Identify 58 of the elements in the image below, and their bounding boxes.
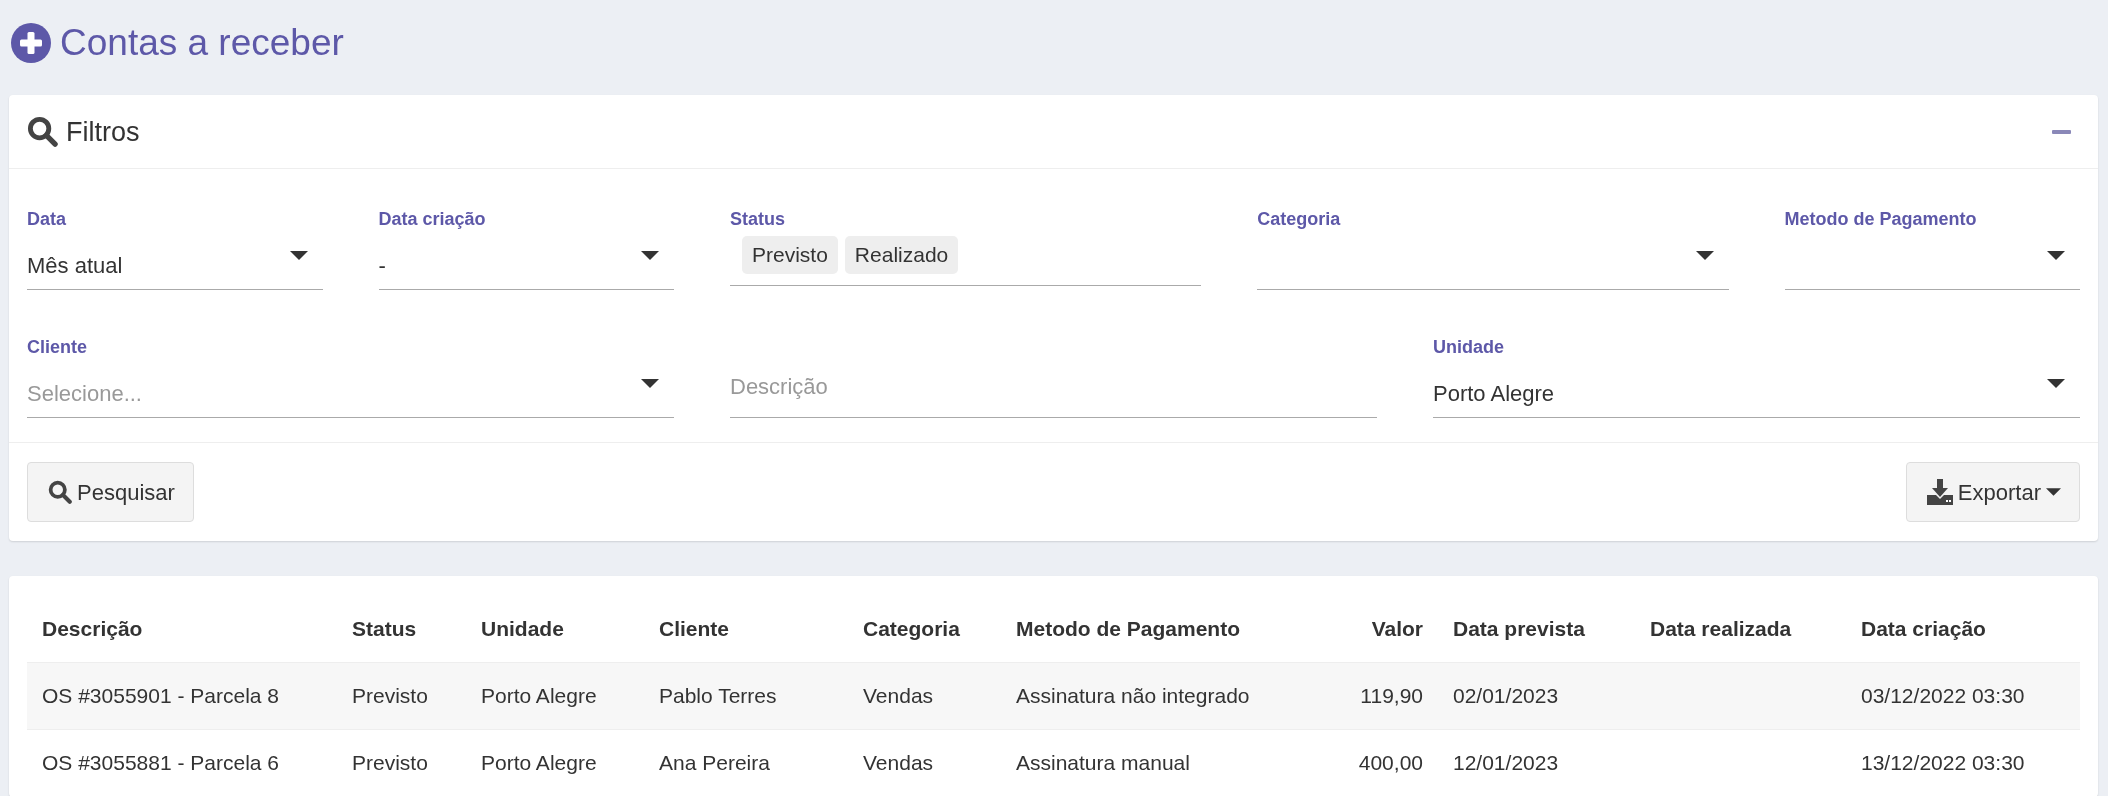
table-cell: Vendas [848,662,1001,729]
panel-title: Filtros [66,115,140,148]
column-header: Data realizada [1635,596,1846,662]
search-icon [48,480,72,504]
table-cell: OS #3055901 - Parcela 8 [27,662,337,729]
download-icon [1926,479,1953,505]
caret-icon [2047,251,2065,260]
select-field[interactable]: Mês atual [27,236,323,290]
filter-tag: Previsto [742,236,838,274]
column-header: Metodo de Pagamento [1001,596,1330,662]
field-label: Metodo de Pagamento [1784,208,1977,230]
table-cell: Pablo Terres [644,662,848,729]
column-header: Valor [1330,596,1438,662]
caret-icon [2046,488,2061,496]
table-cell: Ana Pereira [644,729,848,796]
column-header: Unidade [466,596,644,662]
table-cell: OS #3055881 - Parcela 6 [27,729,337,796]
table-cell: 12/01/2023 [1438,729,1635,796]
table-cell: Previsto [337,729,466,796]
caret-icon [641,251,659,260]
export-button[interactable]: Exportar [1905,462,2080,522]
column-header: Data prevista [1438,596,1635,662]
search-button[interactable]: Pesquisar [27,462,194,522]
table-cell: 13/12/2022 03:30 [1846,729,2080,796]
table-cell: 02/01/2023 [1438,662,1635,729]
column-header: Descrição [27,596,337,662]
search-icon [27,116,58,147]
column-header: Status [337,596,466,662]
table-cell: 400,00 [1330,729,1438,796]
column-header: Cliente [644,596,848,662]
filter-tag: Realizado [844,236,959,274]
field-label: Unidade [1433,336,1504,358]
caret-icon [289,251,308,260]
table-cell: Previsto [337,662,466,729]
caret-icon [641,379,659,388]
select-field[interactable]: Porto Alegre [1433,364,2080,418]
table-cell: 03/12/2022 03:30 [1846,662,2080,729]
field-label: Data [27,208,66,230]
table-cell: 119,90 [1330,662,1438,729]
field-label: Cliente [27,336,87,358]
column-header: Categoria [848,596,1001,662]
tag-field[interactable]: Previsto Realizado [730,236,1202,286]
caret-icon [2047,379,2065,388]
caret-icon [1695,251,1714,260]
page-title: Contas a receber [60,23,344,63]
table-cell: Vendas [848,729,1001,796]
column-header: Data criação [1846,596,2080,662]
plus-circle-icon[interactable] [11,23,51,63]
table-cell: Porto Alegre [466,662,644,729]
table-cell: Assinatura manual [1001,729,1330,796]
input-field[interactable]: Descrição [730,364,1377,418]
field-label: Categoria [1257,208,1341,230]
table-cell: Porto Alegre [466,729,644,796]
select-field[interactable]: - [378,236,674,290]
table-cell: Assinatura não integrado [1001,662,1330,729]
minus-icon[interactable] [2052,129,2071,134]
field-label: Data criação [378,208,486,230]
field-label: Status [730,208,785,230]
